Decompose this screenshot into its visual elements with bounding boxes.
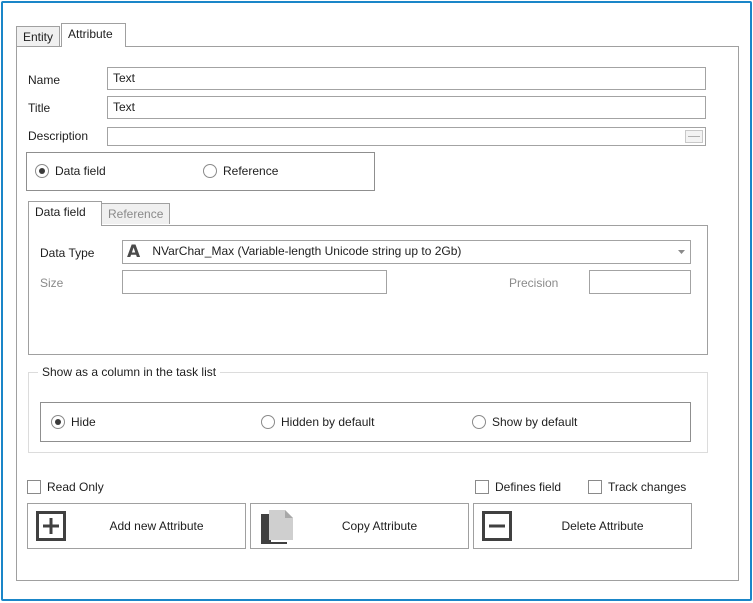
radio-dot-icon bbox=[261, 415, 275, 429]
precision-label: Precision bbox=[509, 276, 559, 290]
data-type-value: NVarChar_Max (Variable-length Unicode st… bbox=[152, 244, 462, 258]
tab-attribute[interactable]: Attribute bbox=[61, 23, 126, 47]
radio-hidden-by-default[interactable]: Hidden by default bbox=[261, 415, 374, 429]
copy-attribute-button[interactable]: Copy Attribute bbox=[250, 503, 469, 549]
radio-dot-icon bbox=[35, 164, 49, 178]
delete-attribute-button[interactable]: Delete Attribute bbox=[473, 503, 692, 549]
radio-data-field[interactable]: Data field bbox=[35, 164, 106, 178]
tab-data-field-label: Data field bbox=[35, 205, 86, 219]
add-attribute-label: Add new Attribute bbox=[109, 519, 204, 533]
data-type-label: Data Type bbox=[40, 246, 95, 260]
radio-hide[interactable]: Hide bbox=[51, 415, 96, 429]
radio-dot-icon bbox=[51, 415, 65, 429]
radio-show-by-default-label: Show by default bbox=[492, 415, 578, 429]
copy-attribute-label: Copy Attribute bbox=[341, 519, 418, 533]
add-attribute-button[interactable]: Add new Attribute bbox=[27, 503, 246, 549]
track-changes-checkbox[interactable]: Track changes bbox=[588, 480, 686, 494]
tab-attribute-label: Attribute bbox=[68, 27, 113, 41]
read-only-label: Read Only bbox=[47, 480, 104, 494]
task-list-group-title: Show as a column in the task list bbox=[38, 365, 221, 379]
tab-reference-label: Reference bbox=[108, 207, 164, 221]
tab-data-field[interactable]: Data field bbox=[28, 201, 102, 226]
delete-attribute-label: Delete Attribute bbox=[561, 519, 644, 533]
description-expand-button[interactable] bbox=[685, 130, 703, 143]
data-type-select[interactable]: A NVarChar_Max (Variable-length Unicode … bbox=[122, 240, 691, 264]
tab-entity-label: Entity bbox=[23, 30, 54, 44]
defines-field-checkbox[interactable]: Defines field bbox=[475, 480, 561, 494]
size-label: Size bbox=[40, 276, 64, 290]
precision-input[interactable] bbox=[589, 270, 691, 294]
name-input[interactable]: Text bbox=[107, 67, 706, 90]
checkbox-box-icon bbox=[588, 480, 602, 494]
radio-hidden-by-default-label: Hidden by default bbox=[281, 415, 375, 429]
checkbox-box-icon bbox=[475, 480, 489, 494]
title-input[interactable]: Text bbox=[107, 96, 706, 119]
name-label: Name bbox=[28, 73, 61, 87]
defines-field-label: Defines field bbox=[495, 480, 562, 494]
tab-reference[interactable]: Reference bbox=[101, 203, 171, 224]
radio-reference[interactable]: Reference bbox=[203, 164, 278, 178]
title-label: Title bbox=[28, 101, 51, 115]
size-input[interactable] bbox=[122, 270, 387, 294]
track-changes-label: Track changes bbox=[608, 480, 687, 494]
chevron-down-icon bbox=[678, 250, 685, 254]
checkbox-box-icon bbox=[27, 480, 41, 494]
text-type-icon: A bbox=[127, 242, 141, 262]
radio-dot-icon bbox=[472, 415, 486, 429]
tab-entity[interactable]: Entity bbox=[16, 26, 61, 47]
description-input[interactable] bbox=[107, 127, 706, 146]
radio-hide-label: Hide bbox=[71, 415, 96, 429]
radio-reference-label: Reference bbox=[223, 164, 279, 178]
radio-dot-icon bbox=[203, 164, 217, 178]
description-label: Description bbox=[28, 129, 89, 143]
lines-icon bbox=[688, 136, 700, 137]
read-only-checkbox[interactable]: Read Only bbox=[27, 480, 104, 494]
radio-data-field-label: Data field bbox=[55, 164, 106, 178]
radio-show-by-default[interactable]: Show by default bbox=[472, 415, 577, 429]
